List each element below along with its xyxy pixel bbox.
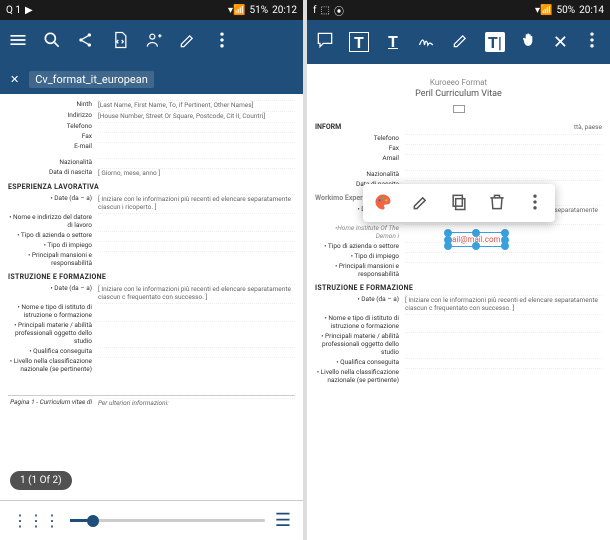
edit-icon[interactable] xyxy=(178,30,198,54)
battery-pct: 50% xyxy=(557,5,576,16)
flag-icon xyxy=(453,105,465,113)
app-icon: ⬚ xyxy=(320,5,329,16)
doc-format: Kuroeeo Format xyxy=(315,78,602,87)
section-heading: ESPERIENZA LAVORATIVA xyxy=(8,183,295,191)
status-network: Q 1 xyxy=(6,5,21,16)
signature-icon[interactable] xyxy=(417,30,437,54)
pen-icon[interactable] xyxy=(451,30,471,54)
search-icon[interactable] xyxy=(42,30,62,54)
document-view[interactable]: Ninth[Last Name, First Name, To, if Pert… xyxy=(0,94,303,500)
more-icon[interactable] xyxy=(582,30,602,54)
delete-icon[interactable] xyxy=(487,192,507,214)
share-icon[interactable] xyxy=(76,30,96,54)
facebook-icon: f xyxy=(313,5,316,16)
tab-bar: ✕ Cv_format_it_european xyxy=(0,64,303,94)
convert-icon[interactable] xyxy=(110,30,130,54)
more-icon[interactable] xyxy=(525,192,545,214)
status-bar: Q 1 ▶ ▾📶 51% 20:12 xyxy=(0,0,303,20)
phone-right: f ⬚ ⦿ ▾📶 50% 20:14 T T T| ✕ Kuroeeo Form… xyxy=(307,0,610,540)
wifi-icon: ▾📶 xyxy=(535,5,552,16)
outline-icon[interactable]: ☰ xyxy=(275,510,291,531)
page-slider[interactable] xyxy=(70,519,265,522)
edit-icon[interactable] xyxy=(411,192,431,214)
wifi-icon: ▾📶 xyxy=(228,5,245,16)
bottom-bar: ⋮⋮⋮ ☰ xyxy=(0,500,303,540)
page-counter: 1 (1 Of 2) xyxy=(10,471,72,490)
thumbnail-grid-icon[interactable]: ⋮⋮⋮ xyxy=(12,511,60,530)
document-view[interactable]: Kuroeeo Format Peril Curriculum Vitae IN… xyxy=(307,64,610,540)
toolbar xyxy=(0,20,303,64)
close-tab-icon[interactable]: ✕ xyxy=(10,73,19,86)
more-icon[interactable] xyxy=(212,30,232,54)
phone-left: Q 1 ▶ ▾📶 51% 20:12 ✕ Cv_format_it_europe… xyxy=(0,0,303,540)
pan-icon[interactable] xyxy=(519,30,539,54)
textbox-icon[interactable]: T xyxy=(349,32,369,52)
battery-pct: 51% xyxy=(250,5,269,16)
annotation-context-menu xyxy=(363,184,555,222)
comment-icon[interactable] xyxy=(315,30,335,54)
copy-icon[interactable] xyxy=(449,192,469,214)
doc-title: Peril Curriculum Vitae xyxy=(315,89,602,99)
play-icon: ▶ xyxy=(25,5,33,16)
status-time: 20:12 xyxy=(272,5,297,16)
edit-toolbar: T T T| ✕ xyxy=(307,20,610,64)
palette-icon[interactable] xyxy=(373,192,393,214)
status-bar: f ⬚ ⦿ ▾📶 50% 20:14 xyxy=(307,0,610,20)
text-cursor-icon[interactable]: T| xyxy=(485,32,505,52)
selected-text-annotation[interactable]: ail@mail.com xyxy=(447,232,506,247)
app-icon: ⦿ xyxy=(334,3,344,18)
menu-icon[interactable] xyxy=(8,30,28,54)
filename-tab[interactable]: Cv_format_it_european xyxy=(29,71,154,88)
status-time: 20:14 xyxy=(579,5,604,16)
add-person-icon[interactable] xyxy=(144,30,164,54)
section-heading: ISTRUZIONE E FORMAZIONE xyxy=(8,273,295,281)
close-icon[interactable]: ✕ xyxy=(553,32,568,53)
highlight-icon[interactable]: T xyxy=(383,32,403,52)
